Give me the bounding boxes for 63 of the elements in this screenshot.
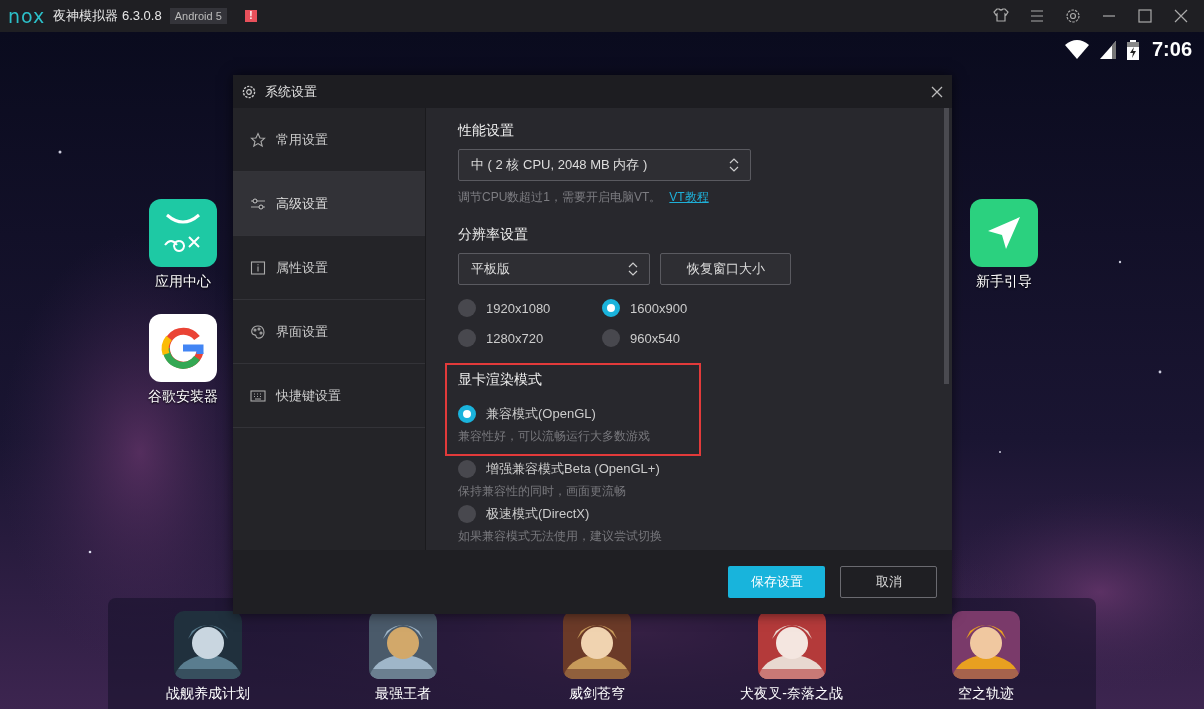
mode-description: 如果兼容模式无法使用，建议尝试切换	[458, 528, 663, 545]
resolution-radio[interactable]: 960x540	[602, 329, 752, 347]
resolution-radio[interactable]: 1920x1080	[458, 299, 602, 317]
close-icon[interactable]	[930, 84, 944, 99]
app-label: 最强王者	[374, 685, 431, 703]
info-icon	[250, 259, 266, 276]
reset-window-button[interactable]: 恢复窗口大小	[660, 253, 791, 285]
scroll-bar[interactable]	[944, 108, 949, 384]
section-heading: 显卡渲染模式	[458, 371, 543, 389]
app-label: 应用中心	[155, 273, 211, 291]
shirt-icon[interactable]	[992, 7, 1010, 25]
status-time: 7:06	[1151, 38, 1192, 61]
cancel-button[interactable]: 取消	[840, 566, 937, 598]
section-heading: 分辨率设置	[458, 226, 529, 244]
window-title: 夜神模拟器 6.3.0.8	[53, 7, 162, 25]
hint-text: 调节CPU数超过1，需要开启电脑VT。	[458, 190, 662, 204]
app-logo: nox	[8, 5, 46, 27]
app-label: 犬夜叉-奈落之战	[740, 685, 843, 703]
sliders-icon	[250, 195, 266, 212]
updown-icon	[728, 158, 740, 172]
section-heading: 性能设置	[458, 122, 515, 140]
tutorial-link[interactable]: VT教程	[669, 190, 709, 204]
settings-icon	[241, 83, 257, 100]
resolution-radio[interactable]: 1600x900	[602, 299, 752, 317]
app-label: 战舰养成计划	[166, 685, 250, 703]
render-mode-radio[interactable]: 增强兼容模式Beta (OpenGL+)	[458, 460, 952, 478]
app-label: 谷歌安装器	[148, 388, 218, 406]
performance-dropdown[interactable]: 中 ( 2 核 CPU, 2048 MB 内存 )	[458, 149, 751, 181]
menu-icon[interactable]	[1028, 7, 1046, 25]
radio-button[interactable]	[602, 329, 620, 347]
resolution-radio[interactable]: 1280x720	[458, 329, 602, 347]
radio-button[interactable]	[458, 329, 476, 347]
updown-icon	[627, 262, 639, 276]
radio-button[interactable]	[458, 460, 476, 478]
app-label: 威剑苍穹	[569, 685, 625, 703]
sidebar-item[interactable]: 高级设置	[233, 172, 425, 236]
radio-button[interactable]	[458, 299, 476, 317]
wifi-icon	[1063, 38, 1090, 61]
bag-icon[interactable]	[149, 199, 217, 267]
keyboard-icon	[250, 387, 266, 404]
version-badge: Android 5	[169, 8, 227, 24]
mode-description: 保持兼容性的同时，画面更流畅	[458, 483, 627, 500]
radio-button[interactable]	[458, 405, 476, 423]
colored-g-icon[interactable]	[149, 314, 217, 382]
sidebar-item[interactable]: 界面设置	[233, 300, 425, 364]
palette-icon	[250, 323, 266, 340]
dialog-title: 系统设置	[265, 82, 318, 101]
close-icon[interactable]	[1172, 7, 1190, 25]
star-icon	[250, 131, 266, 148]
sidebar-item[interactable]: 属性设置	[233, 236, 425, 300]
sidebar-item[interactable]: 快捷键设置	[233, 364, 425, 428]
settings-icon[interactable]	[1064, 7, 1082, 25]
mode-description: 兼容性好，可以流畅运行大多数游戏	[458, 428, 651, 445]
resolution-dropdown[interactable]: 平板版	[458, 253, 650, 285]
render-mode-radio[interactable]: 兼容模式(OpenGL)	[458, 405, 688, 423]
app-label: 空之轨迹	[958, 685, 1014, 703]
app-label: 新手引导	[976, 273, 1032, 291]
paper-plane-icon[interactable]	[970, 199, 1038, 267]
alert-badge[interactable]: !	[244, 10, 257, 22]
render-mode-radio[interactable]: 极速模式(DirectX)	[458, 505, 952, 523]
maximize-icon[interactable]	[1136, 7, 1154, 25]
radio-button[interactable]	[602, 299, 620, 317]
radio-button[interactable]	[458, 505, 476, 523]
